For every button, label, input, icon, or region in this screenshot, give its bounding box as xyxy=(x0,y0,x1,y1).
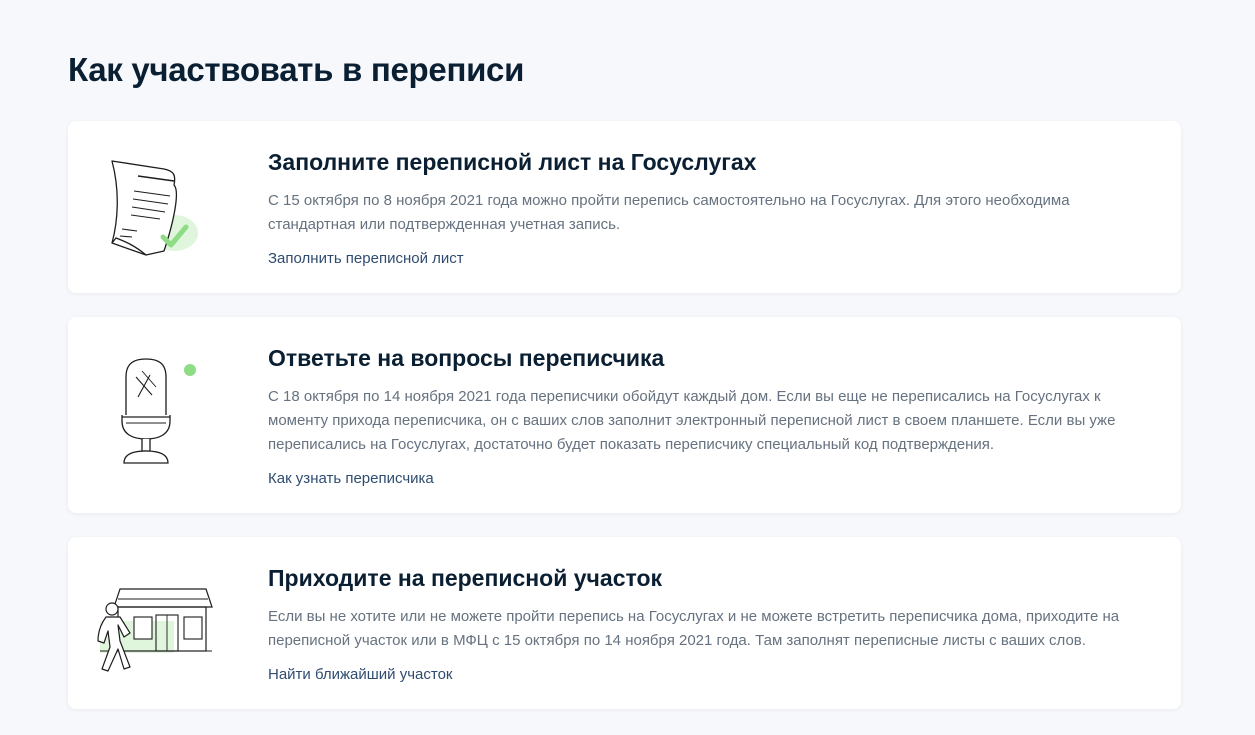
step-card-online: Заполните переписной лист на Госуслугах … xyxy=(68,121,1181,293)
step-card-station: Приходите на переписной участок Если вы … xyxy=(68,537,1181,709)
step-card-enumerator: Ответьте на вопросы переписчика С 18 окт… xyxy=(68,317,1181,513)
card-title: Заполните переписной лист на Госуслугах xyxy=(268,149,757,175)
card-content: Ответьте на вопросы переписчика С 18 окт… xyxy=(268,343,1161,489)
microphone-icon xyxy=(121,358,196,464)
identify-enumerator-link[interactable]: Как узнать переписчика xyxy=(268,469,434,489)
card-content: Приходите на переписной участок Если вы … xyxy=(268,563,1161,685)
find-station-link[interactable]: Найти ближайший участок xyxy=(268,665,453,685)
document-check-icon xyxy=(111,160,198,256)
card-description: Если вы не хотите или не можете пройти п… xyxy=(268,608,1120,649)
card-title: Ответьте на вопросы переписчика xyxy=(268,345,665,371)
card-description: С 15 октября по 8 ноября 2021 года можно… xyxy=(268,192,1070,233)
census-station-icon xyxy=(97,588,213,672)
page-title: Как участвовать в переписи xyxy=(68,51,525,88)
fill-form-link[interactable]: Заполнить переписной лист xyxy=(268,249,464,269)
card-title: Приходите на переписной участок xyxy=(268,565,663,591)
page: Как участвовать в переписи Заполните пер… xyxy=(0,0,1255,735)
card-description: С 18 октября по 14 ноября 2021 года пере… xyxy=(268,388,1116,453)
card-content: Заполните переписной лист на Госуслугах … xyxy=(268,147,1161,269)
